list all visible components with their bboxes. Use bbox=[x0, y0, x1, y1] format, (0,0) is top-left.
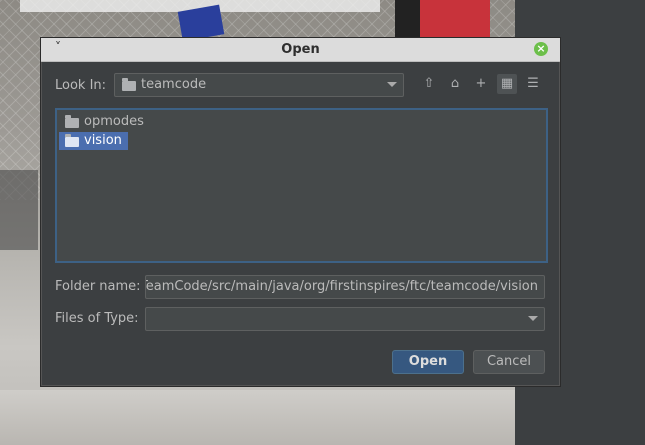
cancel-button[interactable]: Cancel bbox=[473, 350, 545, 374]
folder-icon bbox=[122, 78, 136, 91]
new-folder-icon[interactable]: + bbox=[471, 74, 491, 94]
background-floor bbox=[0, 390, 515, 445]
folder-up-icon[interactable]: ⇧ bbox=[419, 74, 439, 94]
chevron-down-icon bbox=[387, 82, 397, 87]
title-bar[interactable]: ˅ Open × bbox=[41, 38, 560, 62]
look-in-dropdown[interactable]: teamcode bbox=[114, 73, 404, 97]
background-red-object bbox=[420, 0, 490, 40]
folder-name-input[interactable]: troller/TeamCode/src/main/java/org/first… bbox=[145, 275, 545, 299]
file-item-label: vision bbox=[84, 133, 122, 148]
open-dialog: ˅ Open × Look In: teamcode ⇧ ⌂ + ▦ ☰ opm… bbox=[40, 37, 561, 387]
files-of-type-dropdown[interactable] bbox=[145, 307, 545, 331]
list-view-icon[interactable]: ☰ bbox=[523, 74, 543, 94]
file-item-vision[interactable]: vision bbox=[59, 132, 128, 150]
home-icon[interactable]: ⌂ bbox=[445, 74, 465, 94]
background-pole bbox=[395, 0, 423, 40]
file-item-opmodes[interactable]: opmodes bbox=[59, 113, 150, 131]
folder-name-label: Folder name: bbox=[55, 279, 141, 294]
grid-view-icon[interactable]: ▦ bbox=[497, 74, 517, 94]
folder-icon bbox=[65, 115, 79, 128]
file-item-label: opmodes bbox=[84, 114, 144, 129]
open-button[interactable]: Open bbox=[392, 350, 464, 374]
background-left-shadow bbox=[0, 170, 38, 250]
dialog-title: Open bbox=[281, 42, 320, 57]
chevron-down-icon bbox=[528, 316, 538, 321]
look-in-label: Look In: bbox=[55, 78, 107, 93]
folder-name-value: troller/TeamCode/src/main/java/org/first… bbox=[145, 279, 538, 294]
close-icon[interactable]: × bbox=[534, 42, 548, 56]
look-in-value: teamcode bbox=[141, 77, 207, 92]
files-of-type-label: Files of Type: bbox=[55, 311, 139, 326]
folder-icon bbox=[65, 134, 79, 147]
file-list[interactable]: opmodes vision bbox=[55, 108, 548, 263]
